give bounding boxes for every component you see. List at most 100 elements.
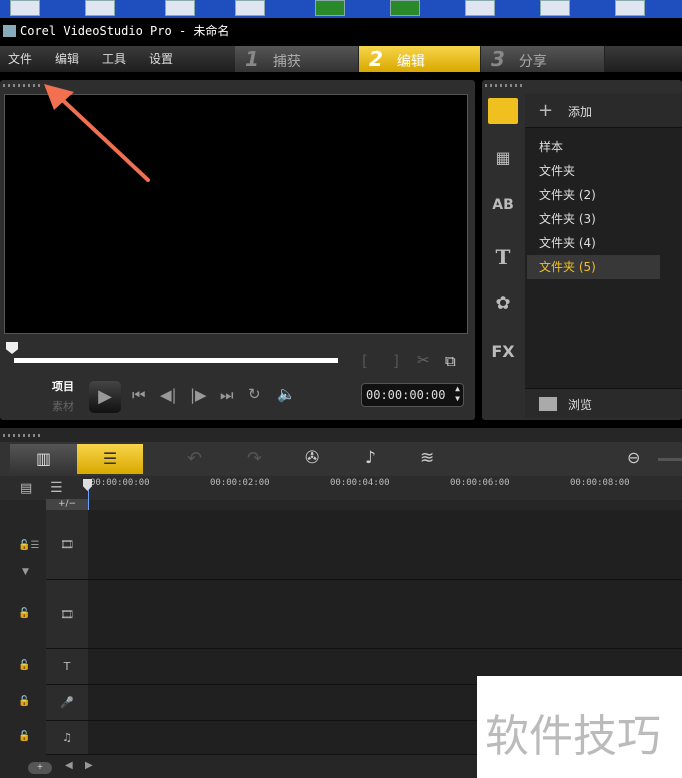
scroll-right-icon[interactable]: ▶	[85, 760, 93, 771]
folder-icon	[85, 0, 115, 16]
lock-icon[interactable]: 🔓☰	[18, 540, 39, 551]
graphic-icon[interactable]: ✿	[488, 293, 518, 319]
zoom-slider[interactable]	[658, 458, 682, 461]
expand-arrow-icon[interactable]: ▼	[22, 567, 29, 577]
timeline-view-button[interactable]: ☰	[77, 444, 143, 474]
music-icon: ♫	[62, 731, 72, 744]
ruler-tick-label: 00:00:00:00	[90, 478, 150, 488]
fx-icon[interactable]: FX	[488, 342, 518, 368]
add-label: 添加	[568, 105, 593, 119]
timeline-toolbar: ▥ ☰ ↶ ↷ ✇ ♪ ≋ ⊖	[0, 442, 682, 476]
lock-icon[interactable]: 🔓	[18, 660, 30, 671]
tab-share[interactable]: 3 分享	[481, 46, 605, 72]
microphone-icon: 🎤	[60, 696, 74, 709]
panel-grip[interactable]	[3, 434, 43, 437]
voice-track-header: 🎤	[46, 685, 88, 721]
video-track[interactable]	[88, 510, 682, 580]
undo-icon[interactable]: ↶	[187, 448, 202, 469]
end-icon[interactable]: ⏭	[220, 386, 234, 404]
watermark-text: 软件技巧	[485, 711, 661, 762]
panel-grip[interactable]	[3, 84, 43, 87]
ruler-tick-label: 00:00:06:00	[450, 478, 510, 488]
previous-frame-icon[interactable]: ◀|	[160, 386, 177, 404]
home-icon[interactable]: ⏮	[132, 386, 146, 404]
transition-icon[interactable]: ▦	[488, 148, 518, 174]
zoom-out-icon[interactable]: ⊖	[627, 448, 640, 467]
spreadsheet-icon	[615, 0, 645, 16]
record-capture-icon[interactable]: ✇	[305, 448, 319, 468]
library-item[interactable]: 样本	[539, 135, 660, 159]
scroll-left-icon[interactable]: ◀	[65, 760, 73, 771]
menu-bar: 文件 编辑 工具 设置 1 捕获 2 编辑 3 分享	[0, 46, 682, 72]
scrub-bar[interactable]	[14, 358, 338, 363]
mark-in-icon[interactable]: [	[362, 352, 368, 370]
lock-icon[interactable]: 🔓	[18, 731, 30, 742]
timecode-stepper[interactable]: ▲ ▼	[455, 384, 460, 404]
library-item[interactable]: 文件夹 (3)	[539, 207, 660, 231]
browse-label: 浏览	[568, 398, 593, 412]
tab-capture[interactable]: 1 捕获	[235, 46, 359, 72]
audio-mix-icon[interactable]: ♪	[365, 448, 376, 468]
menu-file[interactable]: 文件	[8, 46, 32, 72]
menu-tools[interactable]: 工具	[102, 46, 126, 72]
desktop-icons-strip	[0, 0, 682, 18]
step-label: 分享	[518, 54, 547, 70]
text-icon[interactable]: T	[488, 245, 518, 271]
redo-icon[interactable]: ↷	[247, 448, 262, 469]
enlarge-icon[interactable]: ⧉	[445, 352, 456, 370]
step-number: 1	[245, 47, 259, 71]
mode-project[interactable]: 项目	[52, 378, 74, 394]
plus-icon: +	[538, 100, 554, 121]
media-icon[interactable]	[488, 98, 518, 124]
video-track-icon: 🎞	[60, 538, 74, 551]
next-frame-icon[interactable]: |▶	[190, 386, 207, 404]
mark-out-icon[interactable]: ]	[393, 352, 399, 370]
title-ab-icon[interactable]: AB	[488, 197, 518, 223]
timecode-value: 00:00:00:00	[366, 388, 446, 402]
step-number: 3	[491, 47, 505, 71]
add-remove-track-button[interactable]: +/−	[46, 499, 88, 510]
step-label: 编辑	[396, 54, 425, 70]
panel-grip[interactable]	[485, 84, 525, 87]
add-folder-button[interactable]: + 添加	[525, 94, 682, 128]
menu-settings[interactable]: 设置	[149, 46, 173, 72]
volume-icon[interactable]: 🔈	[277, 385, 296, 403]
title-track-header: T	[46, 649, 88, 685]
folder-icon	[10, 0, 40, 16]
window-title: Corel VideoStudio Pro - 未命名	[20, 24, 230, 38]
document-icon	[165, 0, 195, 16]
play-button[interactable]: ▶	[89, 381, 121, 413]
auto-music-icon[interactable]: ≋	[420, 448, 434, 468]
window-title-bar: Corel VideoStudio Pro - 未命名	[0, 18, 682, 44]
storyboard-view-button[interactable]: ▥	[10, 444, 77, 474]
scrubber-handle[interactable]	[6, 342, 18, 354]
shortcut-icon	[235, 0, 265, 16]
library-item-selected[interactable]: 文件夹 (5)	[527, 255, 660, 279]
video-track-header: 🎞	[46, 510, 88, 580]
app-icon	[3, 25, 16, 37]
overlay-track-icon: 🎞	[60, 608, 74, 621]
music-track-header: ♫	[46, 721, 88, 755]
mode-clip[interactable]: 素材	[52, 398, 74, 414]
overlay-track-header: 🎞	[46, 580, 88, 649]
spreadsheet-icon	[465, 0, 495, 16]
library-item[interactable]: 文件夹 (2)	[539, 183, 660, 207]
lock-icon[interactable]: 🔓	[18, 608, 30, 619]
chapter-list-icon[interactable]: ☰	[50, 480, 63, 496]
ruler-tick-label: 00:00:02:00	[210, 478, 270, 488]
library-item[interactable]: 文件夹 (4)	[539, 231, 660, 255]
add-track-button[interactable]: +	[28, 762, 52, 774]
title-track-icon: T	[63, 660, 71, 673]
annotation-arrow	[44, 84, 150, 182]
overlay-track[interactable]	[88, 580, 682, 649]
timecode-field[interactable]: 00:00:00:00 ▲ ▼	[361, 383, 464, 407]
track-manager-icon[interactable]: ▤	[20, 481, 32, 496]
browse-button[interactable]: 浏览	[525, 388, 682, 418]
scissors-icon[interactable]: ✂	[417, 351, 430, 369]
archive-icon	[390, 0, 420, 16]
menu-edit[interactable]: 编辑	[55, 46, 79, 72]
repeat-icon[interactable]: ↻	[248, 385, 261, 403]
tab-edit[interactable]: 2 编辑	[359, 46, 481, 72]
lock-icon[interactable]: 🔓	[18, 696, 30, 707]
library-item[interactable]: 文件夹	[539, 159, 660, 183]
